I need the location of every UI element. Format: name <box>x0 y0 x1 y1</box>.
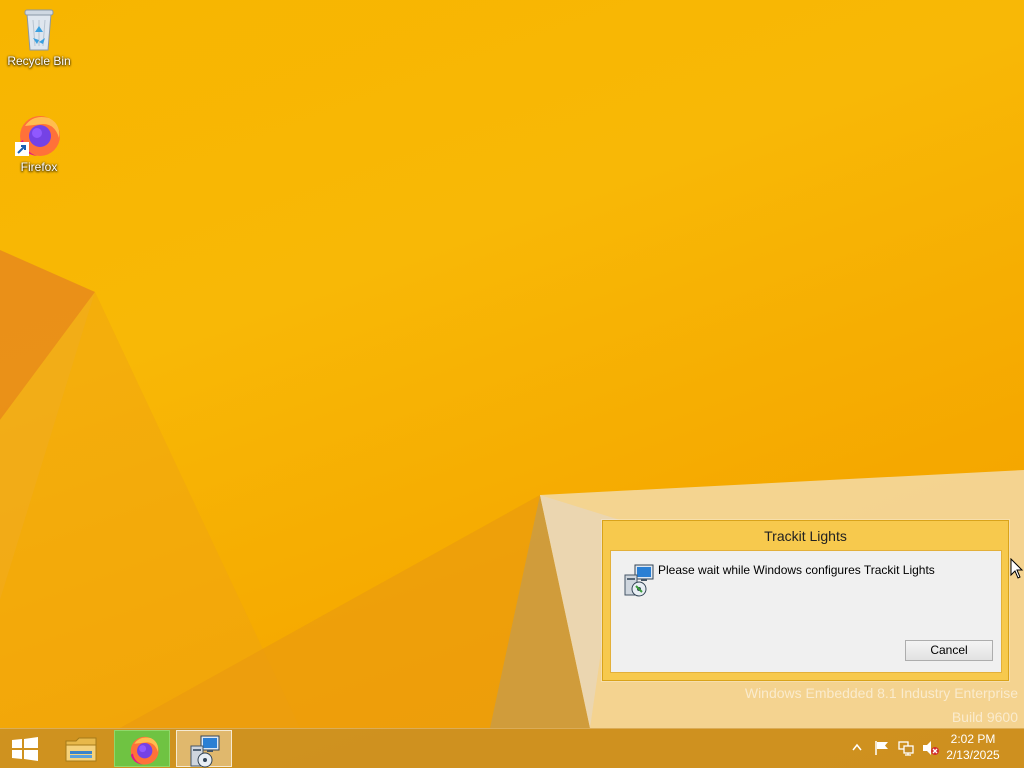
taskbar-clock[interactable]: 2:02 PM 2/13/2025 <box>938 731 1008 763</box>
installer-dialog: Trackit Lights Please wait while Windows… <box>602 520 1009 681</box>
dialog-title[interactable]: Trackit Lights <box>603 521 1008 550</box>
installer-icon <box>190 735 220 768</box>
desktop-icon-label: Recycle Bin <box>7 54 71 68</box>
network-icon[interactable] <box>898 740 914 756</box>
action-center-flag-icon[interactable] <box>874 740 890 756</box>
clock-date: 2/13/2025 <box>946 748 1000 762</box>
taskbar-file-explorer[interactable] <box>52 730 108 767</box>
taskbar-firefox[interactable] <box>114 730 170 767</box>
dialog-client-area: Please wait while Windows configures Tra… <box>610 550 1002 673</box>
desktop-icon-recycle-bin[interactable]: Recycle Bin <box>3 6 75 68</box>
desktop-icon-label: Firefox <box>20 160 58 174</box>
file-explorer-icon <box>65 737 97 762</box>
start-button[interactable] <box>0 730 48 767</box>
firefox-icon <box>130 736 159 765</box>
mouse-cursor-icon <box>1010 558 1024 579</box>
os-watermark-build: Build 9600 <box>951 709 1018 725</box>
clock-time: 2:02 PM <box>950 732 996 746</box>
firefox-icon <box>15 116 60 156</box>
installer-icon <box>624 564 654 597</box>
show-hidden-icons-chevron[interactable] <box>852 743 862 751</box>
recycle-bin-icon <box>24 9 54 51</box>
desktop: Recycle Bin Firefox Windows Embedded 8.1… <box>0 0 1024 768</box>
taskbar <box>0 728 1024 768</box>
dialog-message: Please wait while Windows configures Tra… <box>658 563 935 577</box>
cancel-button[interactable]: Cancel <box>905 640 993 661</box>
os-watermark-edition: Windows Embedded 8.1 Industry Enterprise <box>744 685 1018 701</box>
taskbar-installer[interactable] <box>176 730 232 768</box>
desktop-icon-firefox[interactable]: Firefox <box>3 112 75 174</box>
start-icon <box>12 737 38 761</box>
